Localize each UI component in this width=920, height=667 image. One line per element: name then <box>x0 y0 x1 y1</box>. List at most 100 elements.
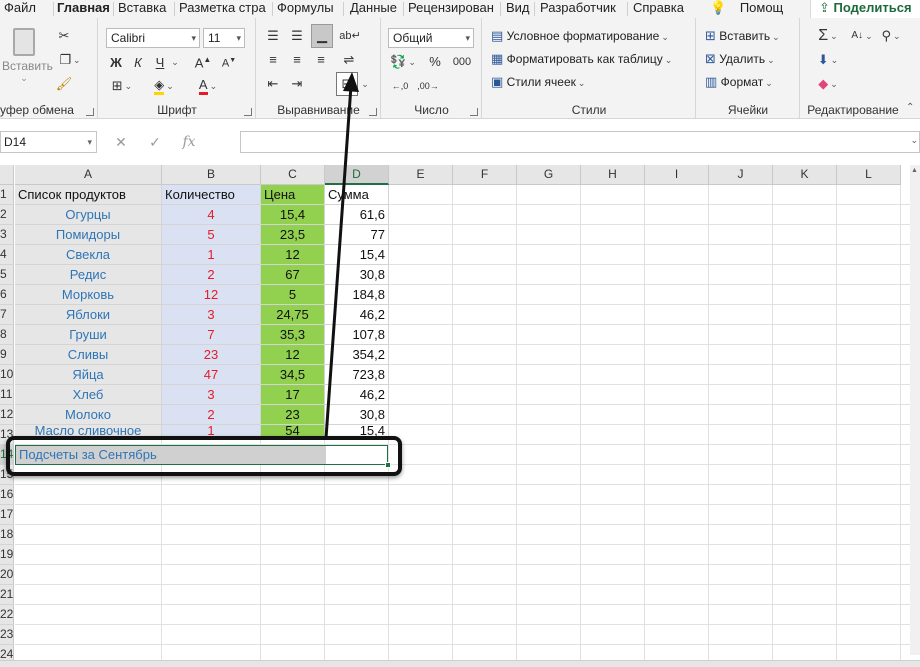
row-header-5[interactable]: 5 <box>0 265 14 285</box>
cell-d12[interactable]: 30,8 <box>325 405 389 425</box>
collapse-ribbon-button[interactable]: ⌃ <box>906 102 918 114</box>
cell-b9[interactable]: 23 <box>162 345 261 365</box>
row-header-2[interactable]: 2 <box>0 205 14 225</box>
select-all-corner[interactable] <box>0 165 14 185</box>
tab-home[interactable]: Главная <box>57 0 112 18</box>
cell-b7[interactable]: 3 <box>162 305 261 325</box>
cell-b8[interactable]: 7 <box>162 325 261 345</box>
share-button[interactable]: ⇪ Поделиться <box>810 0 920 18</box>
cut-button[interactable]: ✂ <box>54 26 74 46</box>
tab-file[interactable]: Файл <box>4 0 54 18</box>
cell-b6[interactable]: 12 <box>162 285 261 305</box>
cell-a7[interactable]: Яблоки <box>15 305 162 325</box>
formula-input[interactable] <box>240 131 920 153</box>
currency-format-button[interactable]: 💱 ⌄ <box>388 52 418 72</box>
tab-review[interactable]: Рецензирован <box>408 0 498 18</box>
clear-button[interactable]: ◆ ⌄ <box>813 74 843 94</box>
increase-font-button[interactable]: A▲ <box>193 52 213 72</box>
cell-d6[interactable]: 184,8 <box>325 285 389 305</box>
cell-a12[interactable]: Молоко <box>15 405 162 425</box>
increase-indent-button[interactable]: ⇥ <box>287 74 307 94</box>
insert-function-icon[interactable]: fx <box>172 134 206 150</box>
cell-c12[interactable]: 23 <box>261 405 325 425</box>
decrease-decimal-button[interactable]: ,00→ <box>416 76 440 96</box>
column-header-h[interactable]: H <box>581 165 645 185</box>
expand-formula-icon[interactable]: ⌄ <box>910 135 918 146</box>
font-name-select[interactable]: Calibri ▾ <box>106 28 200 48</box>
orientation-button[interactable]: ab↵ <box>339 26 361 46</box>
cell-c7[interactable]: 24,75 <box>261 305 325 325</box>
cell-d5[interactable]: 30,8 <box>325 265 389 285</box>
row-header-19[interactable]: 19 <box>0 545 14 565</box>
row-header-22[interactable]: 22 <box>0 605 14 625</box>
paste-button[interactable]: Вставить ⌄ <box>2 28 53 88</box>
column-header-j[interactable]: J <box>709 165 773 185</box>
align-top-button[interactable]: ☰ <box>263 26 283 46</box>
find-select-button[interactable]: ⚲ ⌄ <box>879 26 903 46</box>
row-header-11[interactable]: 11 <box>0 385 14 405</box>
cell-a2[interactable]: Огурцы <box>15 205 162 225</box>
row-header-18[interactable]: 18 <box>0 525 14 545</box>
row-header-9[interactable]: 9 <box>0 345 14 365</box>
fill-color-button[interactable]: ◈ ⌄ <box>147 76 181 96</box>
cell-b1[interactable]: Количество <box>162 185 261 205</box>
row-header-12[interactable]: 12 <box>0 405 14 425</box>
insert-cells-button[interactable]: ⊞ Вставить ⌄ <box>705 26 780 46</box>
cell-d9[interactable]: 354,2 <box>325 345 389 365</box>
font-size-select[interactable]: 11 ▾ <box>203 28 245 48</box>
cell-d1[interactable]: Сумма <box>325 185 389 205</box>
enter-icon[interactable]: ✓ <box>138 134 172 151</box>
cell-a5[interactable]: Редис <box>15 265 162 285</box>
column-header-a[interactable]: A <box>15 165 162 185</box>
row-header-4[interactable]: 4 <box>0 245 14 265</box>
cell-b5[interactable]: 2 <box>162 265 261 285</box>
copy-button[interactable]: ❐ ⌄ <box>54 50 86 70</box>
tab-insert[interactable]: Вставка <box>118 0 174 18</box>
tab-page-layout[interactable]: Разметка стра <box>179 0 271 18</box>
decrease-indent-button[interactable]: ⇤ <box>263 74 283 94</box>
cell-c9[interactable]: 12 <box>261 345 325 365</box>
row-header-16[interactable]: 16 <box>0 485 14 505</box>
percent-button[interactable]: % <box>426 52 444 72</box>
cell-a11[interactable]: Хлеб <box>15 385 162 405</box>
column-header-g[interactable]: G <box>517 165 581 185</box>
comma-style-button[interactable]: 000 <box>452 52 472 72</box>
cancel-icon[interactable]: ✕ <box>104 134 138 151</box>
column-header-k[interactable]: K <box>773 165 837 185</box>
conditional-formatting-button[interactable]: ▤ Условное форматирование ⌄ <box>491 26 669 46</box>
cell-d2[interactable]: 61,6 <box>325 205 389 225</box>
row-header-3[interactable]: 3 <box>0 225 14 245</box>
font-launcher[interactable] <box>244 108 252 116</box>
alignment-launcher[interactable] <box>369 108 377 116</box>
increase-decimal-button[interactable]: ←,0 <box>388 76 412 96</box>
row-header-7[interactable]: 7 <box>0 305 14 325</box>
format-painter-button[interactable]: 🖌 <box>54 74 74 94</box>
clipboard-launcher[interactable] <box>86 108 94 116</box>
align-center-button[interactable]: ≡ <box>287 50 307 70</box>
cell-a9[interactable]: Сливы <box>15 345 162 365</box>
tab-developer[interactable]: Разработчик <box>540 0 622 18</box>
tell-me-search[interactable]: 💡 Помощ <box>710 0 805 18</box>
cell-b3[interactable]: 5 <box>162 225 261 245</box>
autosum-button[interactable]: Σ ⌄ <box>813 26 843 46</box>
cell-b10[interactable]: 47 <box>162 365 261 385</box>
underline-dropdown[interactable]: ⌄ <box>169 52 179 72</box>
align-bottom-button[interactable]: ▁ <box>311 24 333 48</box>
cell-styles-button[interactable]: ▣ Стили ячеек ⌄ <box>491 72 585 92</box>
cell-c1[interactable]: Цена <box>261 185 325 205</box>
row-header-23[interactable]: 23 <box>0 625 14 645</box>
column-header-l[interactable]: L <box>837 165 901 185</box>
decrease-font-button[interactable]: A▼ <box>219 52 239 72</box>
vertical-scrollbar[interactable]: ▲ <box>910 165 920 655</box>
align-right-button[interactable]: ≡ <box>311 50 331 70</box>
column-header-c[interactable]: C <box>261 165 325 185</box>
tab-help[interactable]: Справка <box>633 0 689 18</box>
fill-button[interactable]: ⬇ ⌄ <box>813 50 843 70</box>
cell-c5[interactable]: 67 <box>261 265 325 285</box>
row-header-8[interactable]: 8 <box>0 325 14 345</box>
merge-dropdown[interactable]: ⌄ <box>359 74 369 94</box>
cell-d10[interactable]: 723,8 <box>325 365 389 385</box>
cell-a10[interactable]: Яйца <box>15 365 162 385</box>
italic-button[interactable]: К <box>129 52 147 72</box>
scroll-up-icon[interactable]: ▲ <box>911 167 918 174</box>
